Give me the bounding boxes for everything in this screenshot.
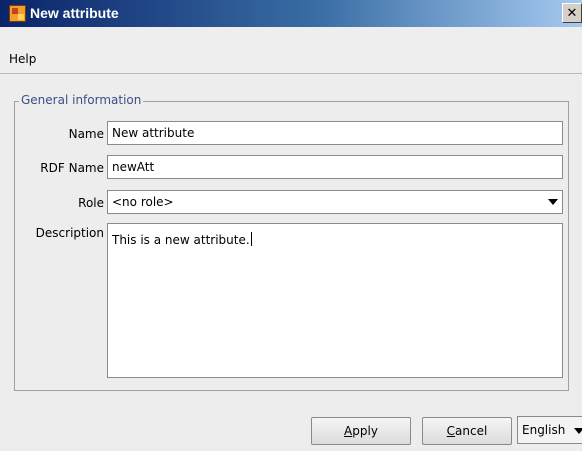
menu-bar: Help <box>0 27 582 74</box>
description-textarea[interactable]: This is a new attribute. <box>107 223 563 378</box>
chevron-down-icon[interactable] <box>548 199 558 205</box>
name-label: Name <box>68 127 104 141</box>
name-field[interactable]: New attribute <box>107 121 563 145</box>
group-legend: General information <box>19 93 144 107</box>
text-caret <box>250 232 252 246</box>
window-title: New attribute <box>30 5 119 21</box>
description-value: This is a new attribute. <box>112 233 250 247</box>
rdf-name-label: RDF Name <box>40 161 104 175</box>
role-label: Role <box>78 196 104 210</box>
name-value: New attribute <box>112 126 195 140</box>
language-select[interactable]: English <box>517 416 582 444</box>
language-value: English <box>522 423 566 437</box>
rdf-name-value: newAtt <box>112 160 155 174</box>
menu-item-help[interactable]: Help <box>9 52 36 66</box>
cancel-label: ancel <box>455 424 488 438</box>
apply-mnemonic: A <box>344 424 353 438</box>
description-label: Description <box>35 226 104 240</box>
cancel-mnemonic: C <box>446 424 456 438</box>
title-bar: New attribute ✕ <box>0 0 582 27</box>
apply-label: pply <box>352 424 378 438</box>
chevron-down-icon[interactable] <box>574 428 582 434</box>
cancel-button[interactable]: Cancel <box>422 417 512 445</box>
close-button[interactable]: ✕ <box>562 3 582 23</box>
app-icon <box>9 5 26 22</box>
role-value: <no role> <box>112 195 174 209</box>
role-select[interactable]: <no role> <box>107 190 563 214</box>
rdf-name-field[interactable]: newAtt <box>107 155 563 179</box>
apply-button[interactable]: Apply <box>311 417 411 445</box>
